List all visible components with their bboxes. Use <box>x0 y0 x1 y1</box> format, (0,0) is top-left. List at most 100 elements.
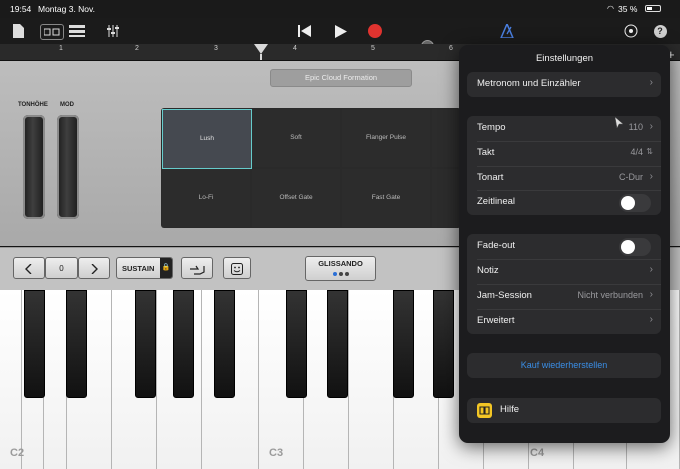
settings-icon[interactable] <box>622 21 640 41</box>
browser-icon[interactable] <box>40 24 64 40</box>
patch-cell-partial[interactable] <box>432 109 461 167</box>
playhead[interactable] <box>254 44 268 54</box>
ruler-number: 2 <box>135 45 139 52</box>
glissando-button[interactable]: GLISSANDO <box>305 256 376 281</box>
tracks-view-icon[interactable] <box>68 21 86 41</box>
status-time: 19:54 <box>10 4 32 14</box>
cursor-icon <box>614 116 624 134</box>
white-key[interactable] <box>349 290 394 469</box>
patch-cell[interactable]: Flanger Pulse <box>342 109 430 167</box>
ruler-number: 1 <box>59 45 63 52</box>
patch-cell[interactable]: Offset Gate <box>252 169 340 227</box>
pitch-wheel-label: TONHÖHE <box>18 102 48 108</box>
mixer-icon[interactable] <box>104 21 122 41</box>
play-icon[interactable] <box>332 21 350 41</box>
patch-cell[interactable]: Fast Gate <box>342 169 430 227</box>
patch-cell-partial[interactable] <box>432 169 461 227</box>
octave-down-button[interactable] <box>13 257 45 279</box>
zeitlineal-row: Zeitlineal <box>467 190 661 215</box>
tempo-value: 110 <box>628 122 643 132</box>
sustain-button[interactable]: SUSTAIN 🔒 <box>116 257 173 279</box>
takt-value: 4/4 <box>630 147 643 157</box>
zeitlineal-label: Zeitlineal <box>477 196 516 207</box>
octave-up-button[interactable] <box>78 257 110 279</box>
wifi-icon: ◠ <box>607 4 614 13</box>
rewind-icon[interactable] <box>296 21 314 41</box>
help-row[interactable]: Hilfe <box>467 398 661 423</box>
black-key[interactable] <box>433 290 454 398</box>
white-key[interactable] <box>44 290 67 469</box>
black-key[interactable] <box>286 290 307 398</box>
erweitert-label: Erweitert <box>477 315 515 326</box>
black-key[interactable] <box>214 290 235 398</box>
notiz-label: Notiz <box>477 265 499 276</box>
metronome-row[interactable]: Metronom und Einzähler › <box>467 72 661 97</box>
black-key[interactable] <box>135 290 156 398</box>
tempo-row[interactable]: Tempo 110 › <box>467 116 661 141</box>
mod-wheel[interactable] <box>57 115 79 219</box>
lock-icon[interactable]: 🔒 <box>160 258 172 278</box>
chevron-right-icon: › <box>649 77 653 88</box>
tonart-value: C-Dur <box>619 172 643 182</box>
erweitert-row[interactable]: Erweitert › <box>467 309 661 334</box>
song-settings-group: Tempo 110 › Takt 4/4 ⇅ Tonart C-Dur › Ze… <box>467 116 661 215</box>
jam-session-row[interactable]: Jam-Session Nicht verbunden › <box>467 284 661 309</box>
patch-grid: Lush Soft Flanger Pulse Lo-Fi Offset Gat… <box>161 108 461 228</box>
settings-popover: Einstellungen Metronom und Einzähler › T… <box>459 45 670 443</box>
restore-group: Kauf wiederherstellen <box>467 353 661 378</box>
mod-wheel-label: MOD <box>60 102 74 108</box>
chevron-right-icon: › <box>649 289 653 300</box>
black-key[interactable] <box>393 290 414 398</box>
patch-cell[interactable]: Soft <box>252 109 340 167</box>
jam-session-label: Jam-Session <box>477 290 532 301</box>
help-label: Hilfe <box>500 404 520 415</box>
help-group: Hilfe <box>467 398 661 423</box>
metronome-icon[interactable] <box>498 21 516 41</box>
preset-name[interactable]: Epic Cloud Formation <box>270 69 412 87</box>
patch-cell[interactable]: Lo-Fi <box>162 169 250 227</box>
takt-row[interactable]: Takt 4/4 ⇅ <box>467 141 661 166</box>
octave-value: 0 <box>45 257 78 279</box>
up-down-chevron-icon: ⇅ <box>646 147 653 156</box>
key-label-c2: C2 <box>10 447 25 459</box>
ruler-number: 5 <box>371 45 375 52</box>
project-settings-group: Fade-out Notiz › Jam-Session Nicht verbu… <box>467 234 661 334</box>
restore-purchase-button[interactable]: Kauf wiederherstellen <box>467 353 661 378</box>
fadeout-row: Fade-out <box>467 234 661 259</box>
popover-title: Einstellungen <box>535 53 594 64</box>
ruler-number: 6 <box>449 45 453 52</box>
toolbar: ? <box>0 18 680 53</box>
black-key[interactable] <box>66 290 87 398</box>
book-icon <box>477 403 492 418</box>
playhead-line <box>260 54 262 60</box>
tempo-label: Tempo <box>477 122 506 133</box>
smiley-icon <box>231 263 243 275</box>
glissando-label: GLISSANDO <box>318 259 363 268</box>
chevron-right-icon <box>91 263 98 275</box>
glissando-mode-dots <box>306 271 375 277</box>
jam-session-value: Nicht verbunden <box>577 290 643 300</box>
pitch-wheel[interactable] <box>23 115 45 219</box>
black-key[interactable] <box>24 290 45 398</box>
zeitlineal-toggle[interactable] <box>619 194 651 212</box>
smart-controls-button[interactable] <box>223 257 251 279</box>
tonart-row[interactable]: Tonart C-Dur › <box>467 166 661 191</box>
ruler-number: 3 <box>214 45 218 52</box>
record-icon[interactable] <box>366 21 384 41</box>
chevron-right-icon: › <box>649 121 653 132</box>
metronome-label: Metronom und Einzähler <box>477 78 581 89</box>
my-songs-icon[interactable] <box>10 21 26 41</box>
arpeggiator-button[interactable] <box>181 257 213 279</box>
help-icon[interactable]: ? <box>651 21 669 41</box>
black-key[interactable] <box>327 290 348 398</box>
patch-cell[interactable]: Lush <box>162 109 252 169</box>
notiz-row[interactable]: Notiz › <box>467 259 661 284</box>
takt-label: Takt <box>477 147 495 158</box>
black-key[interactable] <box>173 290 194 398</box>
ruler-number: 4 <box>293 45 297 52</box>
restore-purchase-label: Kauf wiederherstellen <box>520 360 608 370</box>
white-key[interactable] <box>0 290 22 469</box>
battery-percent: 35 % <box>618 4 638 14</box>
battery-icon <box>645 5 661 12</box>
fadeout-toggle[interactable] <box>619 238 651 256</box>
